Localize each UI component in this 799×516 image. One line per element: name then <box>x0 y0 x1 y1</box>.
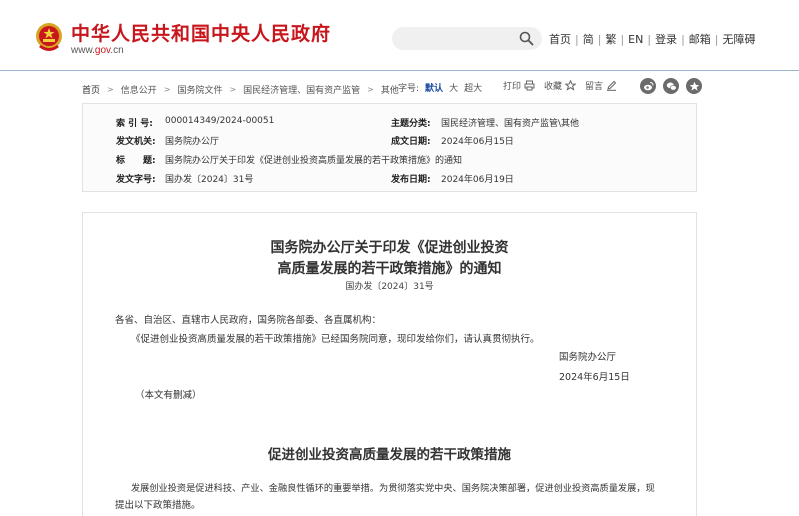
favorite-label: 收藏 <box>544 82 563 92</box>
share-wechat-button[interactable] <box>663 78 679 94</box>
site-title[interactable]: 中华人民共和国中央人民政府 <box>71 19 331 46</box>
index-label: 索 引 号: <box>116 119 153 129</box>
nav-mail[interactable]: 邮箱 <box>689 31 711 47</box>
intro-paragraph-line1: 发展创业投资是促进科技、产业、金融良性循环的重要举措。为贯彻落实党中央、国务院决… <box>131 483 655 494</box>
comment-label: 留言 <box>585 82 604 92</box>
section-title: 促进创业投资高质量发展的若干政策措施 <box>268 447 511 463</box>
weibo-icon <box>643 81 653 90</box>
site-url-suffix: .cn <box>110 45 124 56</box>
site-url-prefix: www. <box>71 45 95 56</box>
search-icon[interactable] <box>519 31 534 46</box>
nav-separator: | <box>620 32 625 46</box>
header-divider <box>0 70 799 71</box>
issuer-value: 国务院办公厅 <box>165 137 220 147</box>
nav-separator: | <box>647 32 652 46</box>
published-date-label: 发布日期: <box>391 175 431 185</box>
breadcrumb-arrow-icon: > <box>229 84 237 94</box>
nav-separator: | <box>714 32 719 46</box>
doc-number-value: 国办发〔2024〕31号 <box>165 175 254 185</box>
body-paragraph: 《促进创业投资高质量发展的若干政策措施》已经国务院同意，现印发给你们，请认真贯彻… <box>131 334 540 345</box>
printer-icon <box>524 80 535 91</box>
share-qzone-button[interactable] <box>686 78 702 94</box>
nav-separator: | <box>575 32 579 46</box>
nav-traditional[interactable]: 繁 <box>605 31 616 47</box>
nav-separator: | <box>597 32 602 46</box>
breadcrumb-arrow-icon: > <box>163 84 171 94</box>
nav-login[interactable]: 登录 <box>655 31 677 47</box>
issuer-label: 发文机关: <box>116 137 156 147</box>
signing-date: 2024年6月15日 <box>559 372 630 383</box>
national-emblem-icon[interactable] <box>33 21 65 55</box>
category-value: 国民经济管理、国有资产监管\其他 <box>441 119 580 129</box>
print-button[interactable]: 打印 <box>503 79 535 92</box>
qzone-icon <box>689 81 699 91</box>
wechat-icon <box>666 82 677 91</box>
intro-paragraph-line2: 提出以下政策措施。 <box>115 500 201 511</box>
index-value: 000014349/2024-00051 <box>165 116 275 126</box>
doc-number-label: 发文字号: <box>116 175 156 185</box>
font-size-large[interactable]: 大 <box>449 81 458 94</box>
site-url: www.gov.cn <box>71 45 124 56</box>
top-nav: 首页 | 简 | 繁 | EN | 登录 | 邮箱 | 无障碍 <box>549 31 756 47</box>
star-icon <box>565 80 577 91</box>
published-date-value: 2024年06月19日 <box>441 175 514 185</box>
nav-home[interactable]: 首页 <box>549 31 571 47</box>
font-size-default[interactable]: 默认 <box>425 81 443 94</box>
comment-button[interactable]: 留言 <box>585 79 617 92</box>
document-metadata-table: 索 引 号: 000014349/2024-00051 主题分类: 国民经济管理… <box>82 103 697 192</box>
favorite-button[interactable]: 收藏 <box>544 79 577 92</box>
page-tools: 打印 收藏 留言 <box>503 79 626 92</box>
site-header: 中华人民共和国中央人民政府 www.gov.cn 首页 | 简 | 繁 | EN | 登… <box>0 0 799 71</box>
site-url-highlight: gov <box>94 45 111 56</box>
font-size-label: 字号: <box>398 84 420 94</box>
abridged-note: （本文有删减） <box>135 390 202 401</box>
breadcrumb-arrow-icon: > <box>107 84 114 94</box>
document-title-line2: 高质量发展的若干政策措施》的通知 <box>277 261 502 277</box>
breadcrumb-category[interactable]: 国民经济管理、国有资产监管 <box>243 83 360 96</box>
breadcrumb-arrow-icon: > <box>367 84 374 94</box>
breadcrumb-home[interactable]: 首页 <box>82 83 100 96</box>
breadcrumb-other[interactable]: 其他 <box>381 83 399 96</box>
share-buttons <box>640 78 702 94</box>
font-size-xlarge[interactable]: 超大 <box>464 81 482 94</box>
breadcrumb-state-council-docs[interactable]: 国务院文件 <box>177 83 222 96</box>
font-size-switcher: 字号: 默认 大 超大 <box>398 81 482 94</box>
nav-simplified[interactable]: 简 <box>583 31 594 47</box>
document-title-line1: 国务院办公厅关于印发《促进创业投资 <box>270 240 509 256</box>
category-label: 主题分类: <box>391 119 431 129</box>
nav-english[interactable]: EN <box>628 33 643 46</box>
salutation: 各省、自治区、直辖市人民政府，国务院各部委、各直属机构： <box>115 315 382 326</box>
nav-accessibility[interactable]: 无障碍 <box>723 31 756 47</box>
share-weibo-button[interactable] <box>640 78 656 94</box>
document-number: 国办发〔2024〕31号 <box>345 282 434 292</box>
pencil-icon <box>607 80 617 91</box>
breadcrumb: 首页 > 信息公开 > 国务院文件 > 国民经济管理、国有资产监管 > 其他 <box>82 81 399 97</box>
print-label: 打印 <box>503 82 522 92</box>
document-body: 国务院办公厅关于印发《促进创业投资 高质量发展的若干政策措施》的通知 国办发〔2… <box>82 212 697 516</box>
title-value: 国务院办公厅关于印发《促进创业投资高质量发展的若干政策措施》的通知 <box>165 156 463 166</box>
title-label: 标 题: <box>116 156 156 166</box>
created-date-value: 2024年06月15日 <box>441 137 514 147</box>
nav-separator: | <box>681 32 685 46</box>
search-input[interactable] <box>392 27 542 50</box>
breadcrumb-info-public[interactable]: 信息公开 <box>121 83 157 96</box>
signatory: 国务院办公厅 <box>559 352 617 363</box>
created-date-label: 成文日期: <box>391 137 431 147</box>
